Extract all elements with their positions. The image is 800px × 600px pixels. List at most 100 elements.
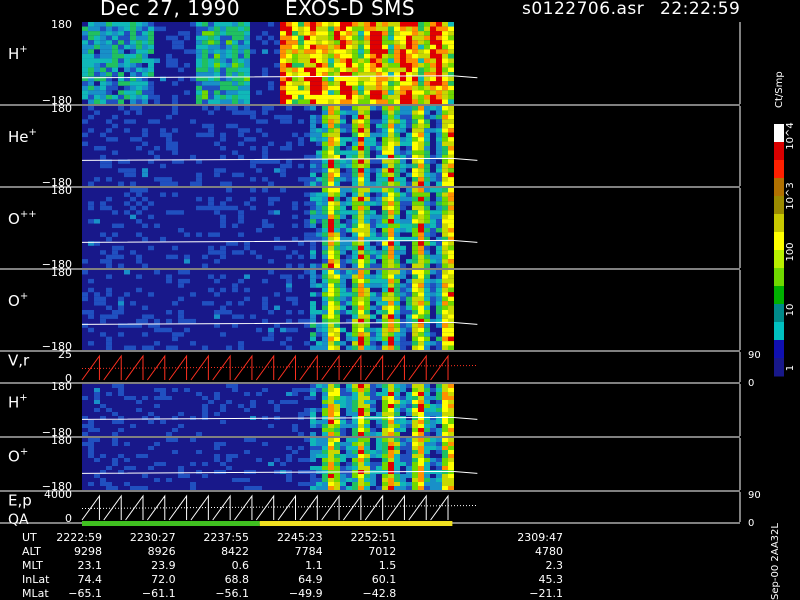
- spectrogram-cell: [418, 336, 424, 342]
- spectrogram-cell: [448, 274, 454, 279]
- spectrogram-cell: [172, 63, 178, 68]
- spectrogram-cell: [94, 474, 100, 478]
- spectrogram-cell: [232, 49, 238, 54]
- spectrogram-cell: [226, 67, 232, 73]
- spectrogram-cell: [448, 196, 454, 202]
- spectrogram-cell: [166, 274, 172, 279]
- spectrogram-cell: [322, 168, 328, 173]
- spectrogram-cell: [448, 114, 454, 120]
- spectrogram-cell: [310, 332, 316, 337]
- spectrogram-cell: [208, 245, 214, 251]
- spectrogram-cell: [334, 428, 340, 432]
- spectrogram-cell: [328, 210, 334, 215]
- spectrogram-cell: [118, 40, 124, 45]
- spectrogram-cell: [394, 159, 400, 164]
- spectrogram-cell: [94, 67, 100, 73]
- spectrogram-cell: [346, 201, 352, 206]
- spectrogram-cell: [436, 31, 442, 36]
- spectrogram-cell: [88, 90, 94, 95]
- spectrogram-cell: [376, 450, 382, 454]
- spectrogram-cell: [340, 159, 346, 164]
- spectrogram-cell: [394, 408, 400, 412]
- spectrogram-cell: [340, 305, 346, 310]
- spectrogram-cell: [424, 128, 430, 133]
- spectrogram-cell: [388, 128, 394, 133]
- spectrogram-cell: [286, 392, 292, 396]
- spectrogram-cell: [244, 486, 250, 490]
- spectrogram-cell: [196, 181, 202, 186]
- spectrogram-cell: [382, 31, 388, 36]
- spectrogram-cell: [418, 177, 424, 182]
- spectrogram-cell: [322, 458, 328, 462]
- spectrogram-cell: [220, 53, 226, 59]
- spectrogram-cell: [358, 119, 364, 124]
- spectrogram-cell: [232, 205, 238, 211]
- spectrogram-cell: [346, 188, 352, 193]
- spectrogram-cell: [436, 58, 442, 63]
- spectrogram-cell: [394, 424, 400, 428]
- spectrogram-cell: [430, 301, 436, 306]
- spectrogram-cell: [418, 270, 424, 275]
- spectrogram-cell: [358, 404, 364, 408]
- spectrogram-cell: [124, 44, 130, 50]
- spectrogram-cell: [334, 201, 340, 206]
- spectrogram-cell: [424, 270, 430, 275]
- spectrogram-cell: [154, 26, 160, 32]
- spectrogram-cell: [244, 31, 250, 36]
- spectrogram-cell: [358, 137, 364, 142]
- spectrogram-cell: [334, 270, 340, 275]
- spectrogram-cell: [82, 26, 88, 32]
- spectrogram-cell: [298, 254, 304, 260]
- spectrogram-cell: [394, 396, 400, 400]
- spectrogram-cell: [340, 388, 346, 392]
- spectrogram-cell: [424, 223, 430, 228]
- spectrogram-cell: [292, 67, 298, 73]
- spectrogram-cell: [328, 301, 334, 306]
- spectrogram-cell: [334, 412, 340, 416]
- spectrogram-cell: [382, 462, 388, 466]
- spectrogram-cell: [166, 181, 172, 186]
- spectrogram-cell: [226, 31, 232, 36]
- spectrogram-cell: [232, 53, 238, 59]
- spectrogram-cell: [364, 259, 370, 264]
- spectrogram-cell: [286, 35, 292, 41]
- spectrogram-cell: [430, 210, 436, 215]
- spectrogram-cell: [394, 278, 400, 284]
- spectrogram-cell: [370, 482, 376, 486]
- spectrogram-cell: [172, 301, 178, 306]
- spectrogram-cell: [376, 67, 382, 73]
- spectrogram-cell: [130, 205, 136, 211]
- spectrogram-cell: [436, 486, 442, 490]
- spectrogram-cell: [334, 49, 340, 54]
- spectrogram-cell: [262, 219, 268, 224]
- orbit-cell: 7784: [295, 545, 323, 558]
- spectrogram-cell: [322, 181, 328, 186]
- spectrogram-cell: [268, 259, 274, 264]
- spectrogram-cell: [364, 177, 370, 182]
- spectrogram-cell: [436, 172, 442, 178]
- spectrogram-cell: [268, 424, 274, 428]
- spectrogram-cell: [430, 278, 436, 284]
- spectrogram-cell: [220, 26, 226, 32]
- spectrogram-cell: [286, 40, 292, 45]
- spectrogram-cell: [100, 63, 106, 68]
- spectrogram-cell: [316, 332, 322, 337]
- spectrogram-cell: [436, 474, 442, 478]
- spectrogram-cell: [442, 428, 448, 432]
- spectrogram-cell: [118, 99, 124, 104]
- spectrogram-cell: [412, 438, 418, 442]
- spectrogram-cell: [322, 263, 328, 268]
- spectrogram-cell: [418, 232, 424, 237]
- spectrogram-cell: [124, 396, 130, 400]
- spectrogram-cell: [352, 336, 358, 342]
- spectrogram-cell: [382, 44, 388, 50]
- spectrogram-cell: [244, 99, 250, 104]
- spectrogram-cell: [184, 388, 190, 392]
- spectrogram-cell: [82, 90, 88, 95]
- spectrogram-cell: [406, 26, 412, 32]
- spectrogram-cell: [322, 159, 328, 164]
- spectrogram-cell: [232, 283, 238, 288]
- spectrogram-cell: [424, 40, 430, 45]
- spectrogram-cell: [262, 336, 268, 342]
- spectrogram-cell: [376, 250, 382, 255]
